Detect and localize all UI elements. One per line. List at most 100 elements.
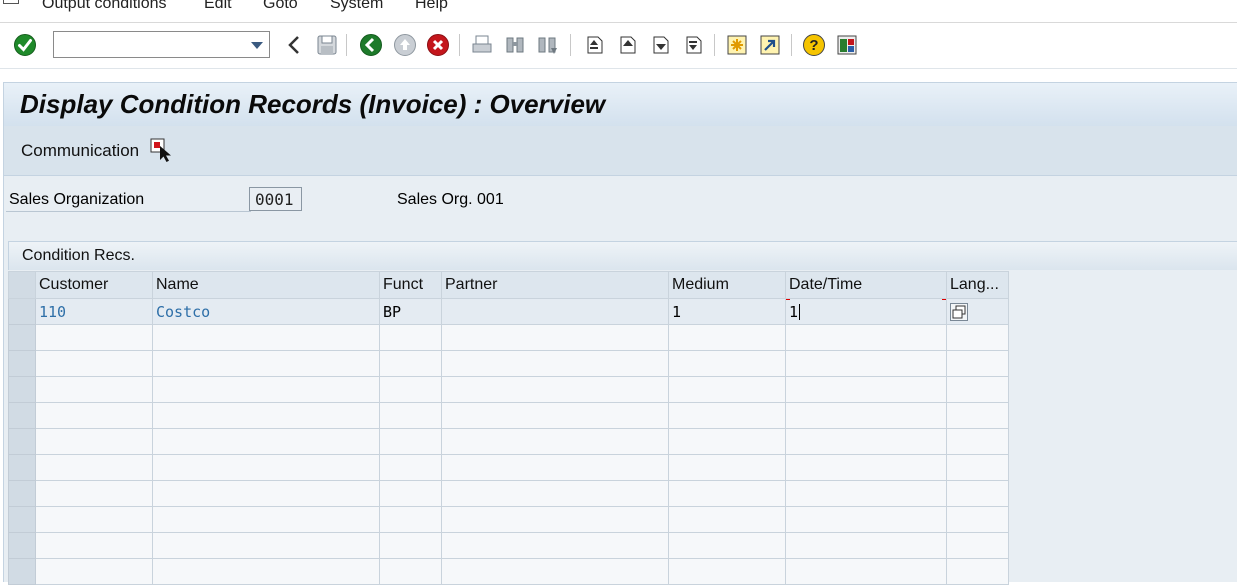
row-selector[interactable] xyxy=(8,506,36,533)
cell-datetime[interactable] xyxy=(785,454,947,481)
cell-partner[interactable] xyxy=(441,506,669,533)
cell-language[interactable] xyxy=(946,376,1009,403)
cell-medium[interactable] xyxy=(668,324,786,351)
command-field[interactable] xyxy=(53,31,270,58)
cell-customer[interactable] xyxy=(35,454,153,481)
value-help-icon[interactable] xyxy=(950,302,968,321)
cell-partner[interactable] xyxy=(441,324,669,351)
row-selector[interactable] xyxy=(8,402,36,429)
cell-medium[interactable] xyxy=(668,402,786,429)
cell-medium[interactable] xyxy=(668,558,786,585)
exit-icon[interactable] xyxy=(393,33,417,57)
cell-language[interactable] xyxy=(946,506,1009,533)
cell-customer[interactable] xyxy=(35,428,153,455)
row-selector[interactable] xyxy=(8,350,36,377)
select-all-cell[interactable] xyxy=(8,271,36,299)
window-menu-icon[interactable] xyxy=(3,0,19,4)
back-arrow-icon[interactable] xyxy=(282,33,306,57)
row-selector[interactable] xyxy=(8,428,36,455)
cell-funct[interactable] xyxy=(379,402,442,429)
cell-medium[interactable]: 1 xyxy=(668,298,786,325)
cell-datetime[interactable] xyxy=(785,402,947,429)
save-icon[interactable] xyxy=(315,33,339,57)
cell-name[interactable] xyxy=(152,480,380,507)
last-page-icon[interactable] xyxy=(681,33,705,57)
row-selector[interactable] xyxy=(8,532,36,559)
row-selector[interactable] xyxy=(8,480,36,507)
cell-customer[interactable] xyxy=(35,532,153,559)
menu-system[interactable]: System xyxy=(330,0,383,13)
column-header-funct[interactable]: Funct xyxy=(379,271,442,299)
cell-funct[interactable] xyxy=(379,350,442,377)
cell-funct[interactable] xyxy=(379,506,442,533)
cell-customer[interactable] xyxy=(35,480,153,507)
cell-language[interactable] xyxy=(946,428,1009,455)
cell-funct[interactable] xyxy=(379,428,442,455)
chevron-down-icon[interactable] xyxy=(251,42,263,49)
cell-name[interactable] xyxy=(152,558,380,585)
cell-partner[interactable] xyxy=(441,480,669,507)
row-selector[interactable] xyxy=(8,376,36,403)
cell-datetime[interactable] xyxy=(785,376,947,403)
column-header-medium[interactable]: Medium xyxy=(668,271,786,299)
help-icon[interactable]: ? xyxy=(802,33,826,57)
cell-datetime[interactable] xyxy=(785,350,947,377)
cell-partner[interactable] xyxy=(441,376,669,403)
cell-name[interactable] xyxy=(152,324,380,351)
cell-funct[interactable] xyxy=(379,558,442,585)
shortcut-icon[interactable] xyxy=(758,33,782,57)
cell-name[interactable] xyxy=(152,454,380,481)
menu-output-conditions[interactable]: Output conditions xyxy=(42,0,167,13)
communication-button[interactable]: Communication xyxy=(21,141,139,161)
cell-medium[interactable] xyxy=(668,454,786,481)
cell-medium[interactable] xyxy=(668,376,786,403)
cell-customer[interactable] xyxy=(35,376,153,403)
cell-customer[interactable] xyxy=(35,558,153,585)
cell-partner[interactable] xyxy=(441,454,669,481)
cell-medium[interactable] xyxy=(668,350,786,377)
cell-datetime[interactable] xyxy=(785,506,947,533)
enter-icon[interactable] xyxy=(13,33,37,57)
column-header-language[interactable]: Lang... xyxy=(946,271,1009,299)
cell-customer[interactable] xyxy=(35,402,153,429)
row-selector[interactable] xyxy=(8,454,36,481)
cell-medium[interactable] xyxy=(668,428,786,455)
previous-page-icon[interactable] xyxy=(615,33,639,57)
cell-medium[interactable] xyxy=(668,506,786,533)
cell-language[interactable] xyxy=(946,324,1009,351)
cell-partner[interactable] xyxy=(441,350,669,377)
row-selector[interactable] xyxy=(8,558,36,585)
cell-name[interactable] xyxy=(152,350,380,377)
cell-funct[interactable] xyxy=(379,480,442,507)
cell-name[interactable] xyxy=(152,402,380,429)
cell-language[interactable] xyxy=(946,350,1009,377)
column-header-partner[interactable]: Partner xyxy=(441,271,669,299)
cell-name[interactable] xyxy=(152,532,380,559)
cell-language[interactable] xyxy=(946,558,1009,585)
cell-datetime[interactable] xyxy=(785,324,947,351)
find-next-icon[interactable] xyxy=(535,33,559,57)
cell-datetime[interactable] xyxy=(785,558,947,585)
row-selector[interactable] xyxy=(8,324,36,351)
cell-customer[interactable] xyxy=(35,324,153,351)
create-session-icon[interactable] xyxy=(725,33,749,57)
cell-language[interactable] xyxy=(946,298,1009,325)
cell-medium[interactable] xyxy=(668,532,786,559)
cell-partner[interactable] xyxy=(441,558,669,585)
cell-partner[interactable] xyxy=(441,402,669,429)
cell-name[interactable] xyxy=(152,428,380,455)
row-selector[interactable] xyxy=(8,298,36,325)
menu-goto[interactable]: Goto xyxy=(263,0,298,13)
cell-language[interactable] xyxy=(946,454,1009,481)
cell-funct[interactable] xyxy=(379,324,442,351)
cell-datetime[interactable] xyxy=(785,532,947,559)
column-header-name[interactable]: Name xyxy=(152,271,380,299)
cell-customer[interactable] xyxy=(35,350,153,377)
print-icon[interactable] xyxy=(470,33,494,57)
cell-name[interactable] xyxy=(152,376,380,403)
column-header-datetime[interactable]: Date/Time xyxy=(785,271,947,299)
customize-layout-icon[interactable] xyxy=(835,33,859,57)
cell-funct[interactable] xyxy=(379,376,442,403)
cell-language[interactable] xyxy=(946,402,1009,429)
cell-datetime[interactable] xyxy=(785,480,947,507)
